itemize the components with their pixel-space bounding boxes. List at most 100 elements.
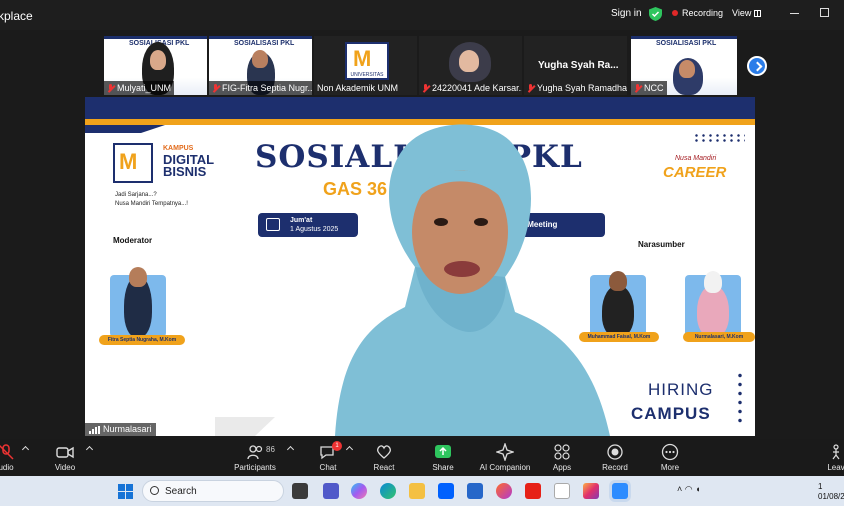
taskbar-clock[interactable]: 1 01/08/2 — [818, 482, 844, 502]
more-label: More — [660, 463, 680, 472]
participant-tile[interactable]: 24220041 Ade Karsar... — [419, 36, 522, 95]
participant-name: 24220041 Ade Karsar... — [419, 81, 522, 95]
instagram-icon[interactable] — [583, 483, 599, 499]
face-shape — [150, 50, 166, 70]
university-logo-icon: M — [113, 143, 153, 183]
leave-icon — [832, 444, 840, 460]
store-icon[interactable] — [467, 483, 483, 499]
apps-label: Apps — [552, 463, 572, 472]
participant-name: Yugha Syah Ramadhan — [524, 81, 627, 95]
signal-bars-icon — [89, 425, 100, 434]
participant-name-text: Mulyati_UNM — [117, 83, 172, 93]
thumb-title: SOSIALISASI PKL — [234, 40, 295, 47]
audio-label: udio — [0, 463, 14, 472]
zoom-icon[interactable] — [612, 483, 628, 499]
decorative-dots — [738, 371, 742, 423]
recording-indicator[interactable]: Recording — [672, 8, 723, 18]
video-button[interactable]: Video — [39, 439, 91, 472]
participants-button[interactable]: Participants — [229, 439, 281, 472]
windows-start-icon[interactable] — [118, 484, 133, 499]
chevron-up-icon[interactable]: ˄ — [677, 484, 682, 494]
edge-icon[interactable] — [380, 483, 396, 499]
record-button[interactable]: Record — [589, 439, 641, 472]
video-label: Video — [54, 463, 76, 472]
mic-muted-icon — [422, 83, 429, 93]
slide-header-tab — [85, 125, 165, 133]
participant-tile[interactable]: SOSIALISASI PKL NCC — [631, 36, 737, 95]
moderator-name: Fitra Septia Nugraha, M.Kom — [99, 335, 185, 345]
participant-name-text: FIG-Fitra Septia Nugr... — [222, 83, 312, 93]
wifi-icon: ◠ — [684, 484, 693, 494]
clock-date: 01/08/2 — [818, 492, 844, 501]
chat-button[interactable]: 1 Chat — [302, 439, 354, 472]
recording-label: Recording — [682, 8, 724, 18]
moderator-photo — [110, 267, 166, 337]
participants-options-caret[interactable] — [286, 445, 295, 454]
next-page-arrow-icon[interactable] — [747, 56, 767, 76]
tagline-line-1: Jadi Sarjana...? — [115, 192, 157, 198]
participant-tile[interactable]: M UNIVERSITAS Non Akademik UNM — [314, 36, 417, 95]
mic-muted-icon — [212, 83, 219, 93]
audio-button[interactable]: udio — [0, 439, 32, 472]
task-view-icon[interactable] — [292, 483, 308, 499]
maximize-button[interactable] — [820, 8, 829, 17]
people-icon — [247, 445, 263, 460]
apps-button[interactable]: Apps — [536, 439, 588, 472]
system-tray[interactable]: ˄ ◠ ◖ — [677, 484, 701, 495]
file-explorer-icon[interactable] — [409, 483, 425, 499]
ai-companion-button[interactable]: AI Companion — [479, 439, 531, 472]
participant-tile[interactable]: SOSIALISASI PKL FIG-Fitra Septia Nugr... — [209, 36, 312, 95]
thumb-title: SOSIALISASI PKL — [656, 40, 717, 47]
participant-tile[interactable]: SOSIALISASI PKL Mulyati_UNM — [104, 36, 207, 95]
active-speaker-name: Nurmalasari — [85, 423, 156, 436]
copilot-icon[interactable] — [351, 483, 367, 499]
share-button[interactable]: Share — [417, 439, 469, 472]
windows-taskbar: Search ˄ ◠ ◖ 1 01/08/2 — [0, 476, 844, 506]
speaker-figure — [215, 124, 610, 436]
teams-icon[interactable] — [323, 483, 339, 499]
title-bar: kplace Sign in Recording View — [0, 0, 844, 30]
dropbox-icon[interactable] — [438, 483, 454, 499]
more-button[interactable]: More — [644, 439, 696, 472]
mic-muted-icon — [634, 83, 641, 93]
sparkle-icon — [496, 443, 514, 461]
window-title: kplace — [0, 9, 33, 23]
face-shape — [679, 60, 695, 78]
amazon-icon[interactable] — [554, 483, 570, 499]
shield-icon[interactable] — [649, 7, 662, 21]
react-label: React — [373, 463, 395, 472]
sign-in-link[interactable]: Sign in — [611, 8, 642, 19]
chat-label: Chat — [319, 463, 337, 472]
logo-digital-text: DIGITAL BISNIS — [163, 152, 214, 179]
face-shape — [459, 50, 479, 72]
kampus-digital-logo: M KAMPUS DIGITAL BISNIS — [113, 143, 214, 183]
minimize-button[interactable] — [790, 13, 799, 14]
clock-time: 1 — [818, 482, 823, 491]
participant-tile[interactable]: Yugha Syah Ra... Yugha Syah Ramadhan — [524, 36, 627, 95]
view-button[interactable]: View — [732, 8, 762, 18]
slide-header-band — [85, 97, 755, 119]
youtube-icon[interactable] — [525, 483, 541, 499]
participants-count: 86 — [266, 445, 275, 454]
record-dot-icon — [672, 10, 678, 16]
leave-button[interactable]: Leav — [810, 439, 844, 472]
mic-muted-icon — [0, 444, 14, 460]
logo-text: UNIVERSITAS — [350, 72, 384, 78]
react-button[interactable]: React — [358, 439, 410, 472]
mic-muted-icon — [527, 83, 534, 93]
meeting-toolbar: udio Video Participants 86 1 Chat React S… — [0, 439, 844, 476]
heart-icon — [377, 445, 391, 459]
participants-label: Participants — [234, 463, 276, 472]
university-logo: M UNIVERSITAS — [345, 42, 389, 80]
participant-name: Non Akademik UNM — [314, 81, 401, 95]
taskbar-search[interactable]: Search — [142, 480, 284, 502]
firefox-icon[interactable] — [496, 483, 512, 499]
participant-name: Mulyati_UNM — [104, 81, 175, 95]
logo-kampus-text: KAMPUS — [163, 145, 194, 152]
participant-name: NCC — [631, 81, 667, 95]
share-screen-icon — [435, 445, 451, 458]
more-dots-icon — [661, 443, 679, 461]
decorative-dots — [693, 133, 745, 143]
search-label: Search — [165, 486, 197, 497]
chat-badge: 1 — [332, 441, 342, 451]
